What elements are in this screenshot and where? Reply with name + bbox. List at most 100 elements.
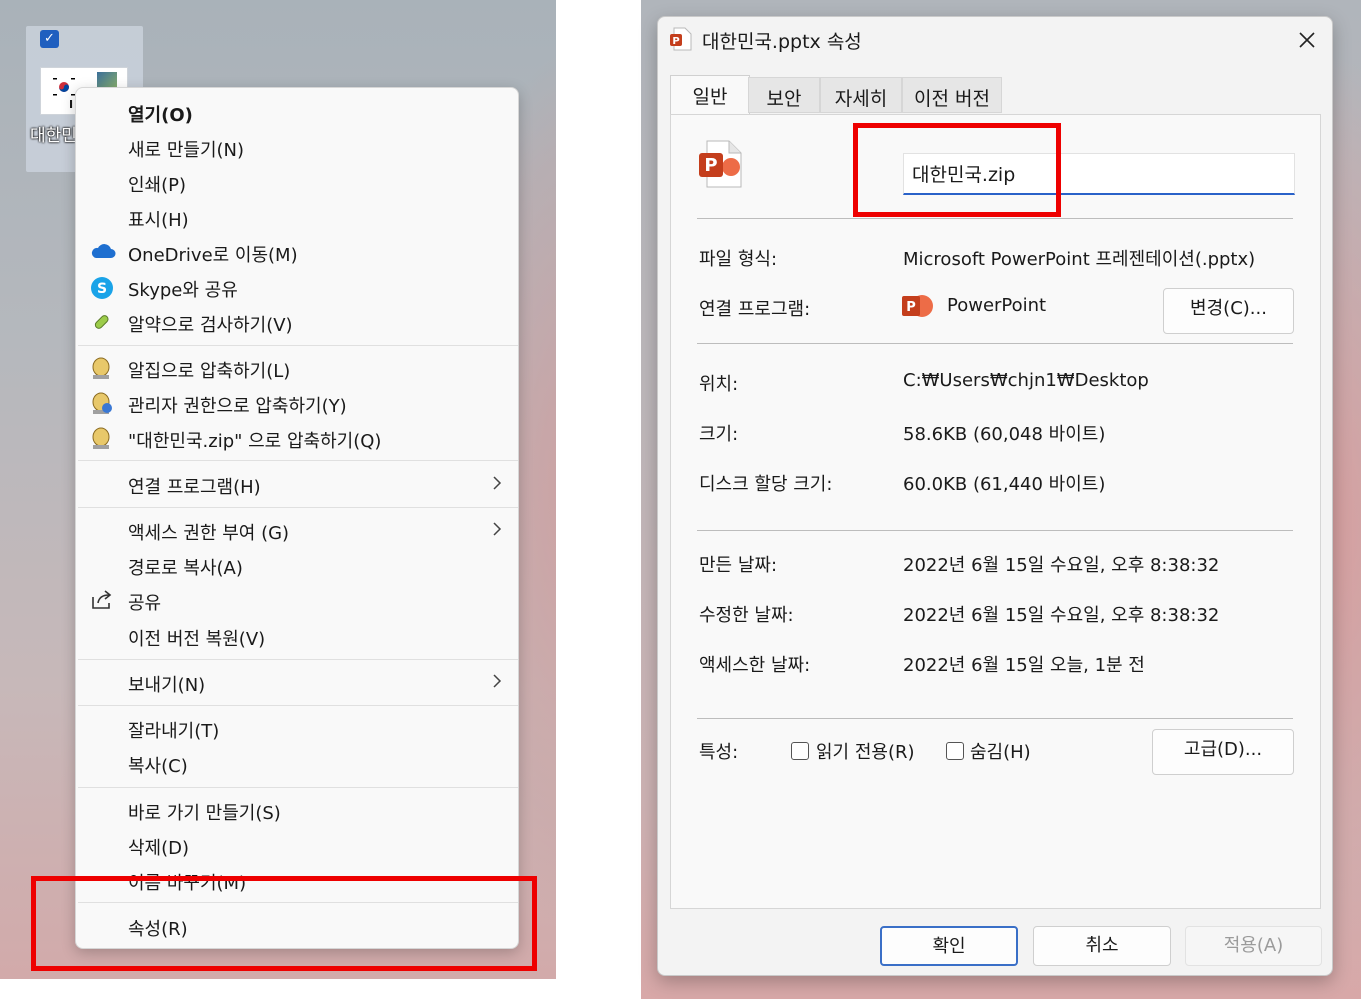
tab-security[interactable]: 보안 <box>748 77 820 113</box>
file-type-label: 파일 형식: <box>699 249 778 270</box>
menu-separator <box>78 659 518 660</box>
skype-icon: S <box>90 276 114 299</box>
menu-item-label: 삭제(D) <box>128 838 190 859</box>
powerpoint-file-icon: P <box>699 139 743 189</box>
menu-item-copy[interactable]: 복사(C) <box>76 746 520 780</box>
change-button[interactable]: 변경(C)... <box>1163 288 1294 334</box>
created-value: 2022년 6월 15일 수요일, 오후 8:38:32 <box>903 555 1220 576</box>
highlight-box-properties <box>31 876 537 971</box>
menu-item-label: OneDrive로 이동(M) <box>128 245 298 266</box>
menu-item-print[interactable]: 인쇄(P) <box>76 165 520 199</box>
menu-item-open[interactable]: 열기(O) <box>76 95 520 129</box>
menu-separator <box>78 460 518 461</box>
selection-checkbox[interactable]: ✓ <box>40 30 59 48</box>
menu-item-new[interactable]: 새로 만들기(N) <box>76 130 520 164</box>
svg-text:P: P <box>672 36 679 47</box>
divider <box>697 718 1293 719</box>
size-value: 58.6KB (60,048 바이트) <box>903 424 1106 445</box>
korean-flag-icon <box>51 76 77 98</box>
alyac-icon <box>90 311 114 333</box>
powerpoint-icon: P <box>902 290 934 322</box>
readonly-checkbox[interactable] <box>791 742 809 760</box>
close-icon[interactable] <box>1294 27 1320 53</box>
menu-item-alyac-scan[interactable]: 알약으로 검사하기(V) <box>76 305 520 339</box>
cancel-button[interactable]: 취소 <box>1033 926 1171 966</box>
menu-item-give-access[interactable]: 액세스 권한 부여 (G) <box>76 513 520 547</box>
menu-item-create-shortcut[interactable]: 바로 가기 만들기(S) <box>76 793 520 827</box>
ok-button[interactable]: 확인 <box>880 926 1018 966</box>
tab-label: 보안 <box>766 88 802 110</box>
general-tab-panel: P 파일 형식: Microsoft PowerPoint 프레젠테이션(.pp… <box>670 114 1321 909</box>
menu-item-cut[interactable]: 잘라내기(T) <box>76 711 520 745</box>
menu-item-show[interactable]: 표시(H) <box>76 200 520 234</box>
menu-item-alzip-compress[interactable]: 알집으로 압축하기(L) <box>76 351 520 385</box>
opens-with-label: 연결 프로그램: <box>699 299 811 320</box>
modified-value: 2022년 6월 15일 수요일, 오후 8:38:32 <box>903 605 1220 626</box>
attributes-label: 특성: <box>699 742 739 763</box>
menu-item-compress-to-zip[interactable]: "대한민국.zip" 으로 압축하기(Q) <box>76 421 520 455</box>
accessed-label: 액세스한 날짜: <box>699 655 811 676</box>
menu-item-label: 액세스 권한 부여 (G) <box>128 523 290 544</box>
divider <box>697 530 1293 531</box>
menu-item-onedrive[interactable]: OneDrive로 이동(M) <box>76 235 520 269</box>
menu-item-alzip-admin-compress[interactable]: 관리자 권한으로 압축하기(Y) <box>76 386 520 420</box>
menu-item-delete[interactable]: 삭제(D) <box>76 828 520 862</box>
hidden-checkbox[interactable] <box>946 742 964 760</box>
divider <box>697 343 1293 344</box>
accessed-value: 2022년 6월 15일 오늘, 1분 전 <box>903 655 1145 676</box>
desktop-area: ✓ I 대한민 열기(O) 새로 만들기(N) 인쇄(P) 표시(H) OneD… <box>0 0 556 979</box>
menu-item-label: 관리자 권한으로 압축하기(Y) <box>128 396 347 417</box>
location-label: 위치: <box>699 374 739 395</box>
menu-item-share[interactable]: 공유 <box>76 583 520 617</box>
chevron-right-icon <box>492 672 502 690</box>
menu-item-label: 알약으로 검사하기(V) <box>128 315 293 336</box>
menu-item-label: 바로 가기 만들기(S) <box>128 803 281 824</box>
hidden-label[interactable]: 숨김(H) <box>970 738 1031 764</box>
menu-separator <box>78 787 518 788</box>
menu-item-restore-previous[interactable]: 이전 버전 복원(V) <box>76 619 520 653</box>
chevron-right-icon <box>492 520 502 538</box>
alzip-icon <box>90 427 114 449</box>
tab-general[interactable]: 일반 <box>670 75 750 115</box>
menu-item-label: 표시(H) <box>128 210 189 231</box>
created-label: 만든 날짜: <box>699 555 778 576</box>
chevron-right-icon <box>492 474 502 492</box>
opens-with-value: PowerPoint <box>947 295 1047 316</box>
svg-text:P: P <box>906 300 916 315</box>
menu-item-label: 복사(C) <box>128 756 188 777</box>
menu-item-skype[interactable]: S Skype와 공유 <box>76 270 520 304</box>
menu-item-label: 새로 만들기(N) <box>128 140 245 161</box>
alzip-admin-icon <box>90 392 114 414</box>
readonly-label[interactable]: 읽기 전용(R) <box>816 738 915 764</box>
menu-item-label: Skype와 공유 <box>128 280 238 301</box>
context-menu: 열기(O) 새로 만들기(N) 인쇄(P) 표시(H) OneDrive로 이동… <box>75 87 519 949</box>
tab-details[interactable]: 자세히 <box>820 77 902 113</box>
size-on-disk-label: 디스크 할당 크기: <box>699 474 833 495</box>
menu-item-label: 이전 버전 복원(V) <box>128 629 266 650</box>
menu-item-label: 열기(O) <box>128 105 193 126</box>
size-on-disk-value: 60.0KB (61,440 바이트) <box>903 474 1106 495</box>
size-label: 크기: <box>699 424 739 445</box>
onedrive-icon <box>90 241 116 263</box>
tab-previous-versions[interactable]: 이전 버전 <box>902 77 1002 113</box>
tab-label: 이전 버전 <box>914 88 990 110</box>
menu-item-label: 잘라내기(T) <box>128 721 220 742</box>
menu-separator <box>78 705 518 706</box>
menu-item-send-to[interactable]: 보내기(N) <box>76 665 520 699</box>
menu-item-label: 알집으로 압축하기(L) <box>128 361 291 382</box>
menu-item-label: 연결 프로그램(H) <box>128 477 261 498</box>
divider <box>697 218 1293 219</box>
highlight-box-filename <box>853 123 1061 217</box>
tab-label: 자세히 <box>834 88 888 110</box>
svg-text:S: S <box>97 281 107 297</box>
location-value: C:₩Users₩chjn1₩Desktop <box>903 370 1149 391</box>
menu-separator <box>78 507 518 508</box>
desktop-file-label[interactable]: 대한민 <box>30 121 77 146</box>
apply-button[interactable]: 적용(A) <box>1185 926 1322 966</box>
menu-item-open-with[interactable]: 연결 프로그램(H) <box>76 467 520 501</box>
alzip-icon <box>90 357 114 379</box>
advanced-button[interactable]: 고급(D)... <box>1152 729 1294 775</box>
menu-item-copy-path[interactable]: 경로로 복사(A) <box>76 548 520 582</box>
menu-item-label: "대한민국.zip" 으로 압축하기(Q) <box>128 431 382 452</box>
share-icon <box>90 589 114 611</box>
